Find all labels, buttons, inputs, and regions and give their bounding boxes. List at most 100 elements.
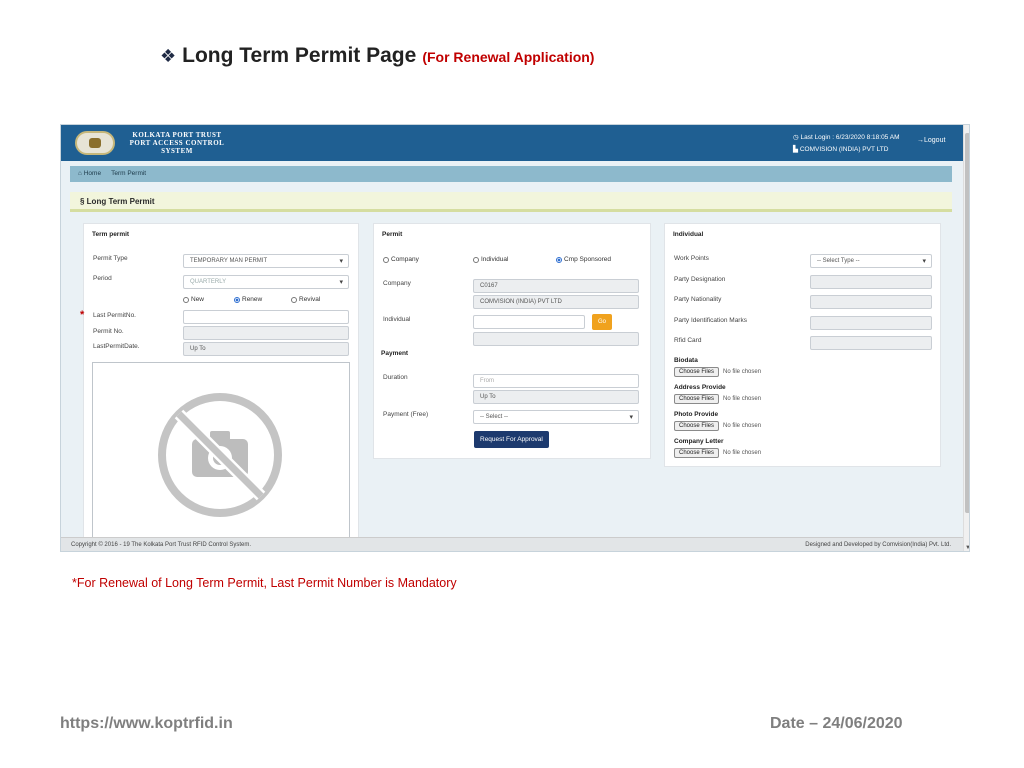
radio-revival-dot[interactable] [291, 296, 297, 303]
breadcrumb-home[interactable]: ⌂ Home [78, 170, 101, 178]
company-code-input[interactable]: C0167 [473, 279, 639, 293]
last-permit-date-label: LastPermitDate. [93, 343, 140, 350]
duration-upto-input[interactable]: Up To [473, 390, 639, 404]
app-header: KOLKATA PORT TRUST PORT ACCESS CONTROL S… [61, 125, 963, 161]
individual-title: Individual [673, 231, 704, 238]
biodata-no-file: No file chosen [723, 369, 762, 375]
address-title: Address Provide [674, 384, 726, 391]
designed-by-text: Designed and Developed by Comvision(Indi… [805, 542, 951, 548]
company-name-input[interactable]: COMVISION (INDIA) PVT LTD [473, 295, 639, 309]
address-no-file: No file chosen [723, 396, 762, 402]
company-label: Company [383, 280, 411, 287]
company-letter-file-row: Choose Files No file chosen [674, 448, 761, 458]
photo-choose-button[interactable]: Choose Files [674, 421, 720, 431]
radio-individual[interactable]: Individual [473, 256, 508, 263]
breadcrumb-term-permit[interactable]: Term Permit [111, 170, 146, 178]
company-info: ▙ COMVISION (INDIA) PVT LTD [793, 144, 900, 156]
individual-detail-input[interactable] [473, 332, 639, 346]
individual-input[interactable] [473, 315, 585, 329]
address-choose-button[interactable]: Choose Files [674, 394, 720, 404]
work-points-select[interactable]: -- Select Type -- [810, 254, 932, 268]
individual-label: Individual [383, 316, 411, 323]
payment-title: Payment [381, 350, 409, 357]
party-designation-input[interactable] [810, 275, 932, 289]
last-permit-no-label: Last PermitNo. [93, 312, 136, 319]
login-info: ◷ Last Login : 6/23/2020 8:18:05 AM ▙ CO… [793, 132, 900, 156]
party-designation-label: Party Designation [674, 276, 726, 283]
app-brand: KOLKATA PORT TRUST PORT ACCESS CONTROL S… [117, 131, 237, 155]
site-url: https://www.koptrfid.in [60, 715, 233, 732]
party-nationality-input[interactable] [810, 295, 932, 309]
slide-title-text: Long Term Permit Page [182, 44, 417, 67]
party-nationality-label: Party Nationality [674, 296, 722, 303]
radio-new[interactable]: New [183, 296, 204, 303]
radio-cmp-sponsored[interactable]: Cmp Sponsored [556, 256, 611, 263]
page-heading: § Long Term Permit [70, 192, 952, 212]
biodata-title: Biodata [674, 357, 698, 364]
slide-subtitle: (For Renewal Application) [422, 49, 595, 65]
page-title: Long Term Permit [86, 197, 155, 206]
photo-file-row: Choose Files No file chosen [674, 421, 761, 431]
permit-type-label: Permit Type [93, 255, 128, 262]
last-permit-no-input[interactable] [183, 310, 349, 324]
scroll-down-icon[interactable]: ▼ [965, 545, 969, 551]
slide-title: ❖ Long Term Permit Page (For Renewal App… [160, 44, 594, 68]
rfid-card-input[interactable] [810, 336, 932, 350]
building-icon: ▙ [793, 146, 800, 153]
app-footer: Copyright © 2016 - 19 The Kolkata Port T… [61, 537, 963, 551]
rfid-card-label: Rfid Card [674, 337, 702, 344]
permit-icon: § [80, 197, 87, 206]
duration-from-input[interactable]: From [473, 374, 639, 388]
page-scrollbar[interactable]: ▼ [963, 125, 969, 551]
permit-no-input[interactable] [183, 326, 349, 340]
app-screenshot: KOLKATA PORT TRUST PORT ACCESS CONTROL S… [60, 124, 970, 552]
permit-type-select[interactable]: TEMPORARY MAN PERMIT [183, 254, 349, 268]
breadcrumb: ⌂ Home Term Permit [70, 166, 952, 182]
work-points-label: Work Points [674, 255, 709, 262]
slide-date: Date – 24/06/2020 [770, 715, 903, 732]
mandatory-asterisk: * [80, 309, 85, 321]
mandatory-note: *For Renewal of Long Term Permit, Last P… [72, 576, 457, 590]
duration-label: Duration [383, 374, 408, 381]
radio-individual-dot[interactable] [473, 256, 479, 263]
no-camera-icon [158, 393, 282, 517]
radio-company[interactable]: Company [383, 256, 419, 263]
photo-no-file: No file chosen [723, 423, 762, 429]
permit-title: Permit [382, 231, 403, 238]
radio-revival[interactable]: Revival [291, 296, 320, 303]
radio-company-dot[interactable] [383, 256, 389, 263]
term-permit-title: Term permit [92, 231, 130, 238]
logout-link[interactable]: →Logout [917, 137, 945, 144]
company-letter-title: Company Letter [674, 438, 724, 445]
go-button[interactable]: Go [592, 314, 612, 330]
radio-cmp-dot[interactable] [556, 256, 562, 263]
payment-select[interactable]: -- Select -- [473, 410, 639, 424]
biodata-file-row: Choose Files No file chosen [674, 367, 761, 377]
diamond-bullet-icon: ❖ [160, 46, 177, 67]
brand-line-3: SYSTEM [161, 147, 193, 155]
permit-no-label: Permit No. [93, 328, 124, 335]
individual-panel: Individual Work Points -- Select Type --… [664, 223, 941, 467]
request-approval-button[interactable]: Request For Approval [474, 431, 549, 448]
port-trust-logo-icon [75, 131, 115, 155]
photo-placeholder [92, 362, 350, 540]
copyright-text: Copyright © 2016 - 19 The Kolkata Port T… [71, 542, 252, 548]
company-text: COMVISION (INDIA) PVT LTD [799, 146, 889, 153]
radio-renew[interactable]: Renew [234, 296, 262, 303]
radio-new-dot[interactable] [183, 296, 189, 303]
photo-title: Photo Provide [674, 411, 719, 418]
biodata-choose-button[interactable]: Choose Files [674, 367, 720, 377]
company-letter-choose-button[interactable]: Choose Files [674, 448, 720, 458]
payment-label: Payment (Free) [383, 411, 429, 418]
party-id-marks-label: Party Identification Marks [674, 317, 747, 324]
period-select[interactable]: QUARTERLY [183, 275, 349, 289]
last-login-text: ◷ Last Login : 6/23/2020 8:18:05 AM [793, 134, 900, 141]
company-letter-no-file: No file chosen [723, 450, 762, 456]
last-permit-date-input[interactable]: Up To [183, 342, 349, 356]
brand-line-1: KOLKATA PORT TRUST [132, 131, 222, 139]
brand-line-2: PORT ACCESS CONTROL [129, 139, 225, 147]
address-file-row: Choose Files No file chosen [674, 394, 761, 404]
scrollbar-thumb[interactable] [965, 133, 969, 513]
radio-renew-dot[interactable] [234, 296, 240, 303]
party-id-marks-input[interactable] [810, 316, 932, 330]
